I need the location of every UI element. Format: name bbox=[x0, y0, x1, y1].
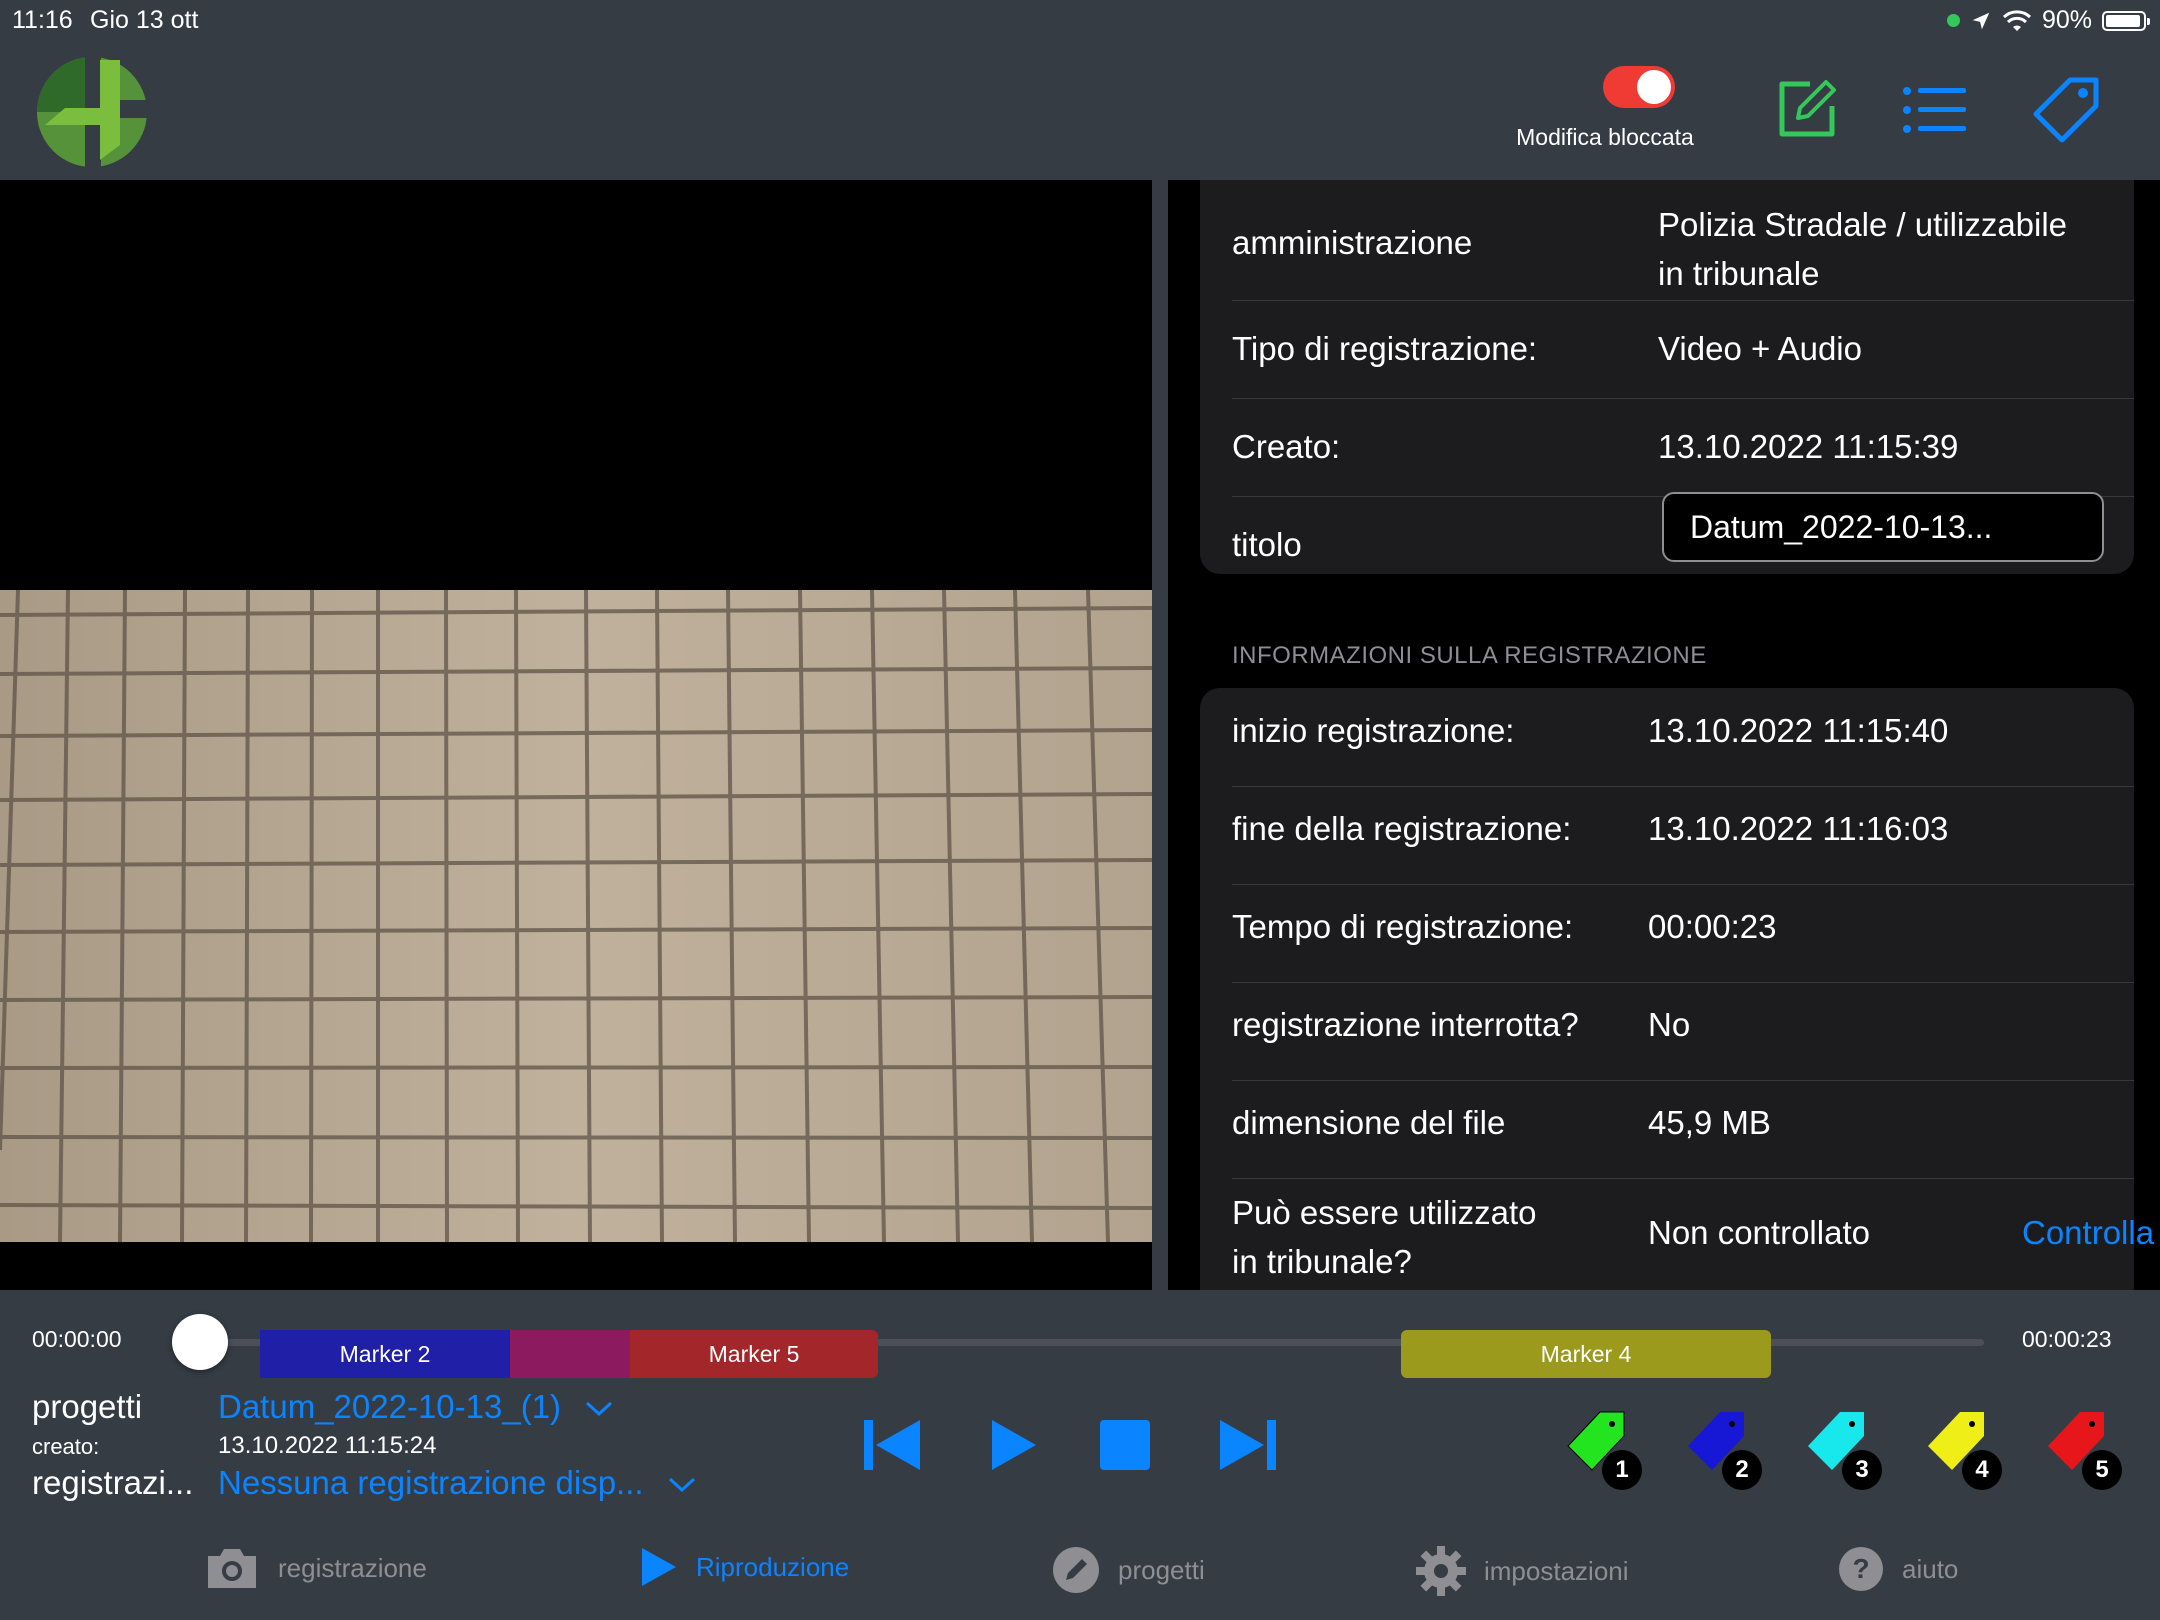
edit-lock-label: Modifica bloccata bbox=[1516, 124, 1694, 150]
recording-end-label: fine della registrazione: bbox=[1232, 810, 1572, 847]
project-info: progetti Datum_2022-10-13_(1) creato: 13… bbox=[0, 1380, 820, 1510]
tab-impostazioni[interactable]: impostazioni bbox=[1416, 1546, 1629, 1596]
recording-end-value: 13.10.2022 11:16:03 bbox=[1648, 810, 1949, 847]
edit-icon[interactable] bbox=[1776, 78, 1838, 140]
help-icon: ? bbox=[1839, 1547, 1883, 1591]
tag-button-2[interactable]: 2 bbox=[1682, 1408, 1762, 1490]
project-label: progetti bbox=[32, 1388, 143, 1425]
separator bbox=[1232, 786, 2134, 787]
created-label: creato: bbox=[32, 1434, 100, 1459]
status-date: Gio 13 ott bbox=[90, 6, 199, 34]
wifi-icon bbox=[2002, 9, 2031, 31]
marker-overlap bbox=[510, 1330, 630, 1378]
skip-back-icon[interactable] bbox=[864, 1418, 922, 1472]
recording-selector[interactable]: Nessuna registrazione disp... bbox=[218, 1464, 697, 1502]
file-size-label: dimensione del file bbox=[1232, 1104, 1506, 1141]
battery-icon bbox=[2102, 10, 2150, 31]
tab-riproduzione[interactable]: Riproduzione bbox=[640, 1546, 849, 1588]
status-time: 11:16 bbox=[12, 6, 73, 34]
camera-icon bbox=[208, 1549, 256, 1588]
separator bbox=[1232, 982, 2134, 983]
status-indicators: 90% bbox=[1946, 6, 2150, 35]
recording-label: registrazi... bbox=[32, 1464, 194, 1501]
tag-icon[interactable] bbox=[2032, 76, 2102, 146]
separator bbox=[1232, 1080, 2134, 1081]
recording-start-label: inizio registrazione: bbox=[1232, 712, 1515, 749]
video-frame bbox=[0, 590, 1152, 1242]
file-size-value: 45,9 MB bbox=[1648, 1104, 1771, 1141]
title-input[interactable]: Datum_2022-10-13... bbox=[1662, 492, 2104, 562]
chevron-down-icon bbox=[586, 1402, 613, 1417]
title-label: titolo bbox=[1232, 526, 1302, 563]
tiled-ceiling-image bbox=[0, 590, 1152, 1242]
separator bbox=[1232, 884, 2134, 885]
administration-value: Polizia Stradale / utilizzabile in tribu… bbox=[1658, 206, 2068, 292]
skip-forward-icon[interactable] bbox=[1218, 1418, 1276, 1472]
recording-type-label: Tipo di registrazione: bbox=[1232, 330, 1538, 367]
project-selector[interactable]: Datum_2022-10-13_(1) bbox=[218, 1388, 614, 1426]
recording-details-panel[interactable]: amministrazione Polizia Stradale / utili… bbox=[1168, 180, 2160, 1290]
status-bar: 11:16 Gio 13 ott 90% bbox=[0, 0, 2160, 40]
play-icon bbox=[642, 1548, 676, 1586]
recording-start-value: 13.10.2022 11:15:40 bbox=[1648, 712, 1949, 749]
tag-button-3[interactable]: 3 bbox=[1802, 1408, 1882, 1490]
separator bbox=[1232, 300, 2134, 301]
list-icon[interactable] bbox=[1902, 86, 1966, 134]
play-icon[interactable] bbox=[990, 1418, 1038, 1472]
recording-info-card: inizio registrazione: 13.10.2022 11:15:4… bbox=[1200, 688, 2154, 1290]
separator bbox=[1232, 1178, 2134, 1179]
recording-interrupted-label: registrazione interrotta? bbox=[1232, 1006, 1579, 1043]
battery-percent: 90% bbox=[2041, 6, 2092, 34]
administration-label: amministrazione bbox=[1232, 224, 1473, 261]
separator bbox=[1232, 398, 2134, 399]
edit-lock-toggle[interactable] bbox=[1603, 66, 1675, 108]
top-toolbar: Modifica bloccata bbox=[0, 40, 2160, 180]
app-logo-icon bbox=[37, 50, 155, 175]
recording-interrupted-value: No bbox=[1648, 1006, 1691, 1043]
created-label: Creato: bbox=[1232, 428, 1341, 465]
tag-button-1[interactable]: 1 bbox=[1562, 1408, 1642, 1490]
current-time: 00:00:00 bbox=[32, 1326, 122, 1352]
tag-button-5[interactable]: 5 bbox=[2042, 1408, 2122, 1490]
total-time: 00:00:23 bbox=[2022, 1326, 2112, 1352]
location-arrow-icon bbox=[1972, 12, 1990, 29]
timeline-scrubber[interactable] bbox=[172, 1314, 228, 1370]
tab-progetti[interactable]: progetti bbox=[1052, 1546, 1205, 1594]
timeline-bar[interactable]: 00:00:00 Marker 2 Marker 5 Marker 4 00:0… bbox=[0, 1290, 2160, 1390]
pencil-icon bbox=[1053, 1547, 1099, 1593]
recording-duration-label: Tempo di registrazione: bbox=[1232, 908, 1574, 945]
created-value: 13.10.2022 11:15:39 bbox=[1658, 428, 1959, 465]
chevron-down-icon bbox=[668, 1478, 695, 1493]
recording-type-value: Video + Audio bbox=[1658, 330, 1862, 367]
marker-2[interactable]: Marker 2 bbox=[260, 1330, 510, 1378]
tab-bar: registrazione Riproduzione progetti impo… bbox=[0, 1510, 2160, 1620]
administration-row: amministrazione Polizia Stradale / utili… bbox=[1232, 200, 2134, 292]
section-header: INFORMAZIONI SULLA REGISTRAZIONE bbox=[1232, 642, 1707, 669]
svg-text:?: ? bbox=[1852, 1553, 1869, 1584]
video-player[interactable] bbox=[0, 180, 1152, 1290]
gear-icon bbox=[1416, 1546, 1466, 1596]
marker-4[interactable]: Marker 4 bbox=[1401, 1330, 1771, 1378]
court-usable-value: Non controllato bbox=[1648, 1214, 1870, 1251]
recording-duration-value: 00:00:23 bbox=[1648, 908, 1777, 945]
check-button[interactable]: Controlla bbox=[2022, 1214, 2154, 1252]
marker-5[interactable]: Marker 5 bbox=[630, 1330, 878, 1378]
stop-icon[interactable] bbox=[1100, 1420, 1150, 1470]
created-value: 13.10.2022 11:15:24 bbox=[218, 1432, 437, 1459]
camera-in-use-dot-icon bbox=[1946, 14, 1960, 27]
tab-aiuto[interactable]: ? aiuto bbox=[1838, 1546, 1958, 1592]
tag-button-4[interactable]: 4 bbox=[1922, 1408, 2002, 1490]
court-usable-label: Può essere utilizzato in tribunale? bbox=[1232, 1194, 1537, 1280]
tab-registrazione[interactable]: registrazione bbox=[204, 1546, 427, 1590]
